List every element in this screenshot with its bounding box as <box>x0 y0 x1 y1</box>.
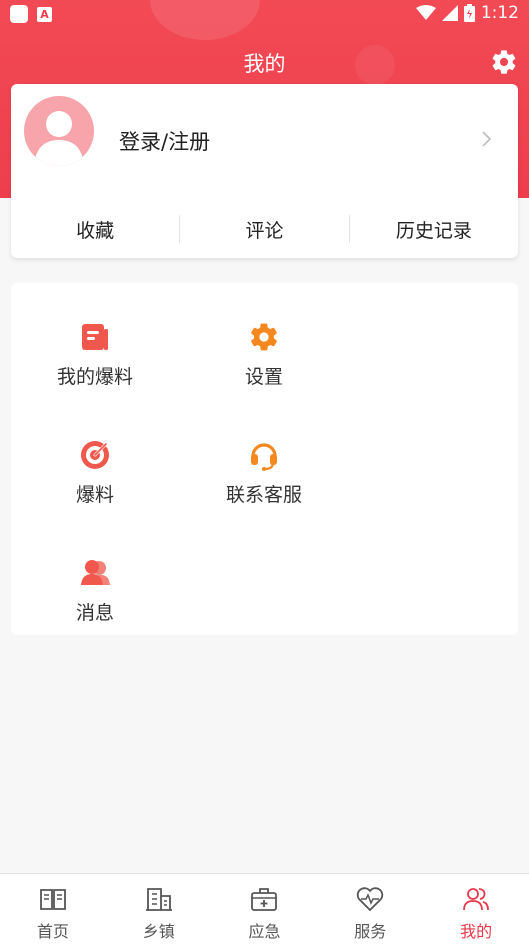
tab-townships[interactable]: 乡镇 <box>106 874 212 945</box>
headset-icon <box>251 443 277 471</box>
menu-item-label: 消息 <box>75 602 114 624</box>
tab-label: 应急 <box>248 922 281 941</box>
menu-item-settings[interactable]: 设置 <box>194 321 334 389</box>
tab-label: 我的 <box>460 922 493 941</box>
gear-icon[interactable] <box>490 48 518 76</box>
chevron-right-icon[interactable] <box>476 129 496 149</box>
book-icon <box>39 889 66 910</box>
menu-card: 我的爆料 设置 爆料 联系客服 消息 <box>11 283 518 635</box>
history-button[interactable]: 历史记录 <box>350 216 518 243</box>
status-bar: A 1:12 <box>0 0 529 28</box>
default-avatar-icon <box>34 111 84 166</box>
page-title: 我的 <box>243 52 286 76</box>
comments-button[interactable]: 评论 <box>180 216 348 243</box>
tab-services[interactable]: 服务 <box>317 874 423 945</box>
tab-label: 乡镇 <box>142 922 175 941</box>
tab-emergency[interactable]: 应急 <box>212 874 318 945</box>
profile-card: 登录/注册 收藏 评论 历史记录 <box>11 84 518 258</box>
tab-mine[interactable]: 我的 <box>423 874 529 945</box>
target-icon <box>81 441 109 469</box>
menu-item-label: 设置 <box>244 366 283 388</box>
signal-icon <box>441 5 458 21</box>
building-icon <box>145 888 172 911</box>
battery-icon <box>463 4 475 22</box>
tab-label: 服务 <box>354 922 387 941</box>
status-time: 1:12 <box>480 3 519 23</box>
menu-item-label: 我的爆料 <box>56 366 133 388</box>
tab-label: 首页 <box>36 922 69 941</box>
favorites-button[interactable]: 收藏 <box>11 216 179 243</box>
menu-item-customer-service[interactable]: 联系客服 <box>194 439 334 507</box>
menu-item-label: 爆料 <box>75 484 114 506</box>
document-icon <box>82 324 108 350</box>
profile-stats: 收藏 评论 历史记录 <box>11 200 518 258</box>
users-icon <box>463 888 489 911</box>
menu-item-label: 联系客服 <box>225 484 302 506</box>
menu-item-messages[interactable]: 消息 <box>25 557 165 625</box>
notification-icon <box>10 5 28 23</box>
users-icon <box>81 560 110 585</box>
wifi-icon <box>415 5 436 20</box>
menu-item-my-reports[interactable]: 我的爆料 <box>25 321 165 389</box>
first-aid-kit-icon <box>251 888 278 911</box>
menu-item-report[interactable]: 爆料 <box>25 439 165 507</box>
avatar[interactable] <box>24 96 94 166</box>
heart-pulse-icon <box>357 887 384 912</box>
tab-home[interactable]: 首页 <box>0 874 106 945</box>
bottom-tab-bar: 首页 乡镇 应急 服务 我的 <box>0 873 529 945</box>
login-register-link[interactable]: 登录/注册 <box>119 126 210 156</box>
gear-icon <box>251 323 277 351</box>
app-notification-icon: A <box>37 7 52 22</box>
